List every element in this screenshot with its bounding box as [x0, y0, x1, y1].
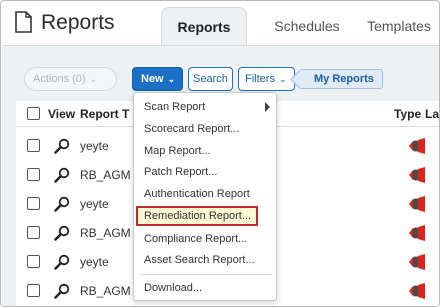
menu-item-scan-report[interactable]: Scan Report — [138, 97, 274, 117]
filters-label: Filters — [245, 73, 275, 85]
chevron-right-icon — [265, 102, 270, 112]
page-header: Reports Reports Schedules Templates — [1, 1, 439, 45]
chevron-down-icon: ⌄ — [89, 74, 98, 84]
select-all-checkbox[interactable] — [27, 107, 40, 120]
menu-divider — [140, 274, 272, 275]
report-type-icon — [409, 254, 425, 270]
actions-label: Actions (0) — [33, 73, 86, 85]
row-checkbox[interactable] — [27, 284, 40, 297]
magnifier-icon[interactable] — [54, 167, 70, 183]
chevron-down-icon: ⌄ — [278, 74, 287, 84]
report-title[interactable]: RB_AGM — [80, 168, 131, 182]
magnifier-icon[interactable] — [54, 283, 70, 299]
app-window: Reports Reports Schedules Templates Acti… — [0, 0, 440, 307]
report-type-icon — [409, 196, 425, 212]
column-header-type[interactable]: Type — [394, 107, 421, 121]
document-icon — [15, 11, 32, 33]
filters-button[interactable]: Filters ⌄ — [238, 67, 295, 91]
actions-button[interactable]: Actions (0) ⌄ — [24, 67, 117, 91]
row-checkbox[interactable] — [27, 197, 40, 210]
new-report-menu: Scan Report Scorecard Report... Map Repo… — [133, 92, 277, 301]
menu-item-remediation-report[interactable]: Remediation Report... — [136, 206, 258, 226]
row-checkbox[interactable] — [27, 168, 40, 181]
row-checkbox[interactable] — [27, 139, 40, 152]
magnifier-icon[interactable] — [54, 225, 70, 241]
tab-schedules[interactable]: Schedules — [269, 7, 345, 45]
row-checkbox[interactable] — [27, 255, 40, 268]
magnifier-icon[interactable] — [54, 196, 70, 212]
page-title: Reports — [41, 11, 115, 34]
menu-item-authentication-report[interactable]: Authentication Report — [138, 184, 274, 204]
report-title[interactable]: RB_AGM — [80, 226, 131, 240]
row-checkbox[interactable] — [27, 226, 40, 239]
column-header-view[interactable]: View — [48, 107, 75, 121]
tab-templates[interactable]: Templates — [363, 7, 435, 45]
report-title[interactable]: yeyte — [80, 139, 109, 153]
menu-item-patch-report[interactable]: Patch Report... — [138, 162, 274, 182]
menu-item-asset-search-report[interactable]: Asset Search Report... — [138, 250, 274, 270]
menu-item-scorecard-report[interactable]: Scorecard Report... — [138, 119, 274, 139]
report-title[interactable]: yeyte — [80, 197, 109, 211]
column-header-last[interactable]: La — [425, 107, 439, 121]
magnifier-icon[interactable] — [54, 254, 70, 270]
new-label: New — [141, 73, 164, 85]
report-type-icon — [409, 225, 425, 241]
report-title[interactable]: yeyte — [80, 255, 109, 269]
search-button[interactable]: Search — [188, 67, 233, 91]
report-title[interactable]: RB_AGM — [80, 284, 131, 298]
tab-reports[interactable]: Reports — [161, 7, 247, 45]
column-header-report-title[interactable]: Report T — [80, 107, 129, 121]
new-button[interactable]: New ⌄ — [132, 67, 183, 91]
menu-item-label: Scan Report — [144, 101, 206, 113]
menu-item-map-report[interactable]: Map Report... — [138, 141, 274, 161]
chevron-down-icon: ⌄ — [167, 74, 176, 84]
report-type-icon — [409, 138, 425, 154]
report-type-icon — [409, 167, 425, 183]
menu-item-download[interactable]: Download... — [138, 278, 274, 298]
filter-tag-my-reports[interactable]: My Reports — [299, 69, 383, 89]
magnifier-icon[interactable] — [54, 138, 70, 154]
report-type-icon — [409, 283, 425, 299]
menu-item-compliance-report[interactable]: Compliance Report... — [138, 229, 274, 249]
